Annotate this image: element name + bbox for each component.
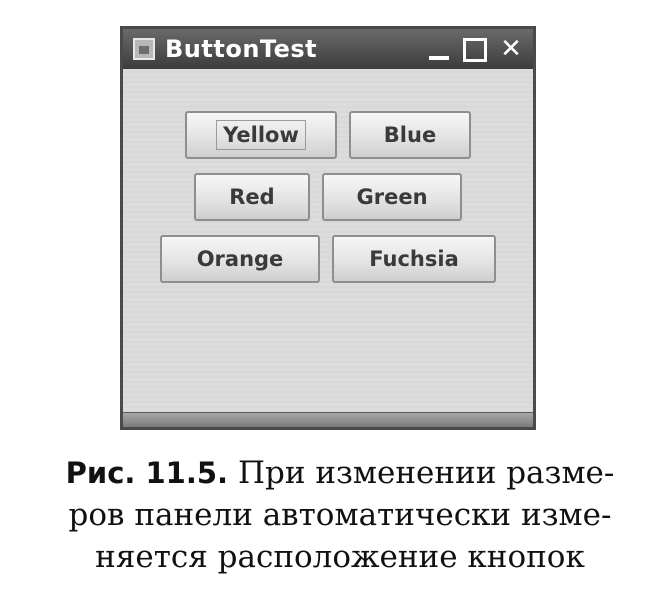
button-row: Orange Fuchsia [123,235,533,283]
figure-label: Рис. 11.5. [65,456,229,490]
button-row: Red Green [123,173,533,221]
title-bar[interactable]: ButtonTest ✕ [123,29,533,69]
app-window: ButtonTest ✕ Yellow Blue Red Green Orang… [120,26,536,430]
blue-button[interactable]: Blue [349,111,471,159]
window-title: ButtonTest [165,35,318,63]
java-app-icon[interactable] [133,38,155,60]
red-button[interactable]: Red [194,173,310,221]
caption-text-1: При изменении разме- [237,455,615,491]
button-row: Yellow Blue [123,111,533,159]
figure-caption: Рис. 11.5. При изменении разме- ров пане… [40,452,640,578]
window-bottom-edge[interactable] [123,412,533,427]
minimize-icon[interactable] [423,34,455,64]
fuchsia-button[interactable]: Fuchsia [332,235,496,283]
caption-line-3: няется расположение кнопок [95,539,585,575]
yellow-button[interactable]: Yellow [185,111,337,159]
orange-button[interactable]: Orange [160,235,320,283]
maximize-icon[interactable] [459,34,491,64]
caption-line-2: ров панели автоматически изме- [68,497,612,533]
window-controls: ✕ [423,34,527,64]
button-panel: Yellow Blue Red Green Orange Fuchsia [123,69,533,413]
caption-line-1: Рис. 11.5. При изменении разме- [40,452,640,494]
green-button[interactable]: Green [322,173,462,221]
yellow-button-label: Yellow [216,120,306,150]
close-icon[interactable]: ✕ [495,34,527,64]
